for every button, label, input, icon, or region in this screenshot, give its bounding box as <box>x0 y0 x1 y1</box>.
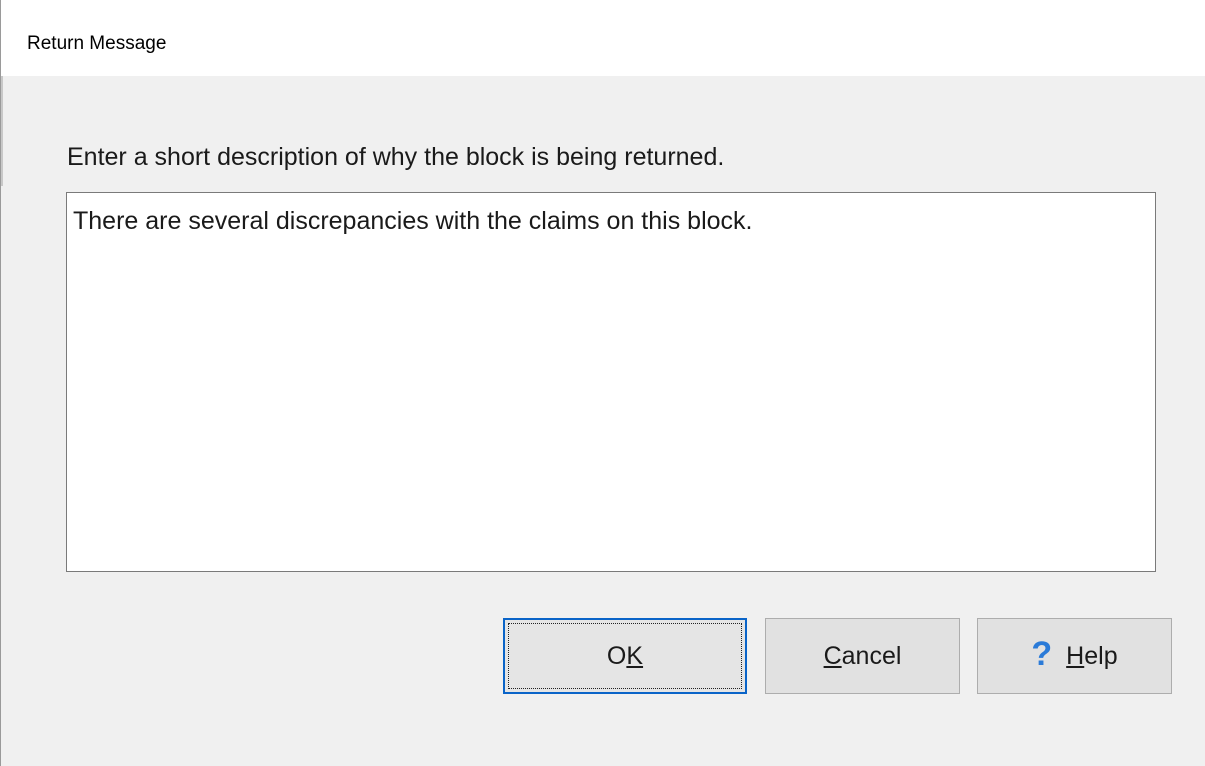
left-edge-divider <box>1 76 3 186</box>
focus-ring <box>508 623 742 689</box>
ok-button[interactable]: OK <box>503 618 747 694</box>
help-button-label: Help <box>1066 641 1118 670</box>
window-title: Return Message <box>27 33 167 54</box>
return-message-input[interactable]: There are several discrepancies with the… <box>66 192 1156 572</box>
cancel-button[interactable]: Cancel <box>765 618 960 694</box>
dialog-window: Return Message Enter a short description… <box>0 0 1205 766</box>
title-bar[interactable]: Return Message <box>1 0 1205 76</box>
cancel-button-label: Cancel <box>823 641 902 670</box>
help-button[interactable]: ? Help <box>977 618 1172 694</box>
prompt-label: Enter a short description of why the blo… <box>67 143 725 171</box>
help-question-icon: ? <box>1031 634 1053 673</box>
